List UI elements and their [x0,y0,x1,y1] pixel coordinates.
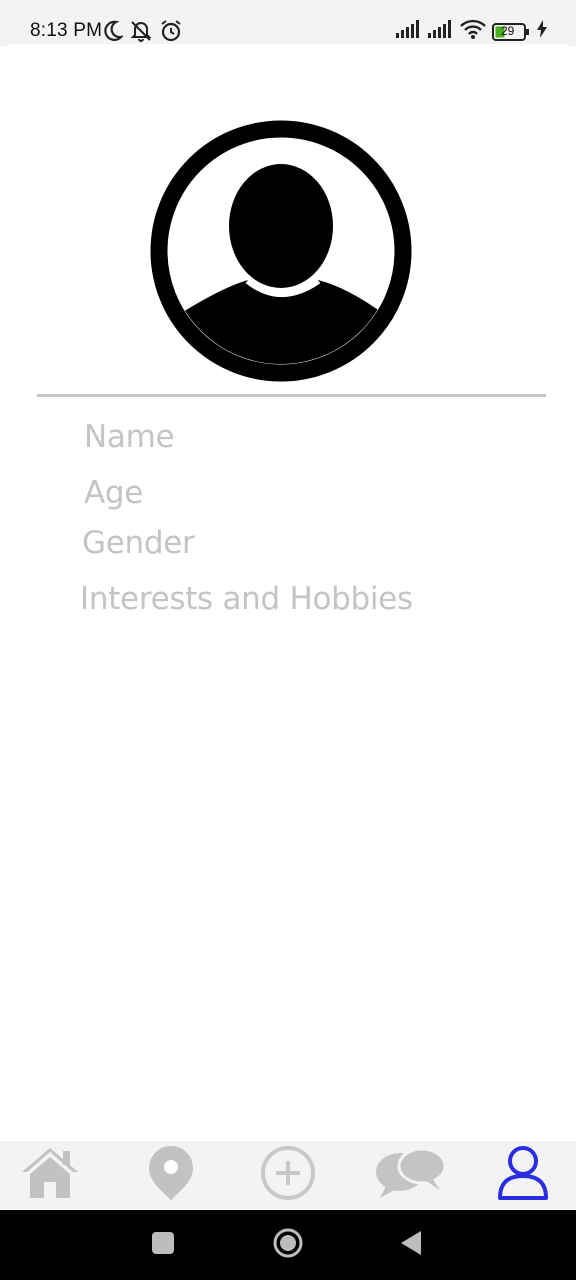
divider [37,394,546,397]
nav-home[interactable] [15,1141,85,1209]
signal-icon [428,20,454,43]
add-circle-icon [259,1144,317,1207]
status-right-icons: 29 [396,19,548,44]
age-field[interactable]: Age [84,475,143,511]
nav-chat[interactable] [368,1141,452,1209]
home-button[interactable] [265,1210,311,1280]
back-button[interactable] [388,1210,434,1280]
gender-field[interactable]: Gender [82,525,195,561]
moon-icon [103,20,125,47]
square-icon [151,1231,175,1260]
card-top [0,44,576,58]
nav-add[interactable] [253,1141,323,1209]
circle-icon [272,1227,304,1264]
home-icon [21,1146,79,1205]
system-nav-bar [0,1210,576,1280]
signal-icon [396,20,422,43]
recents-button[interactable] [140,1210,186,1280]
location-pin-icon [147,1144,195,1207]
profile-icon [495,1144,551,1207]
nav-profile[interactable] [488,1141,558,1209]
back-triangle-icon [399,1230,423,1261]
user-avatar-icon[interactable] [150,120,412,382]
battery-icon: 29 [492,22,530,41]
charging-icon [536,20,548,43]
status-bar: 8:13 PM 29 [0,0,576,58]
bottom-nav [0,1141,576,1209]
chat-bubbles-icon [372,1146,448,1205]
status-time: 8:13 PM [30,20,103,41]
profile-screen: 8:13 PM 29 Name Age Gender Interests and… [0,0,576,1280]
name-field[interactable]: Name [84,419,175,455]
nav-map[interactable] [136,1141,206,1209]
wifi-icon [460,19,486,44]
battery-level: 29 [501,23,515,38]
interests-field[interactable]: Interests and Hobbies [80,581,413,617]
